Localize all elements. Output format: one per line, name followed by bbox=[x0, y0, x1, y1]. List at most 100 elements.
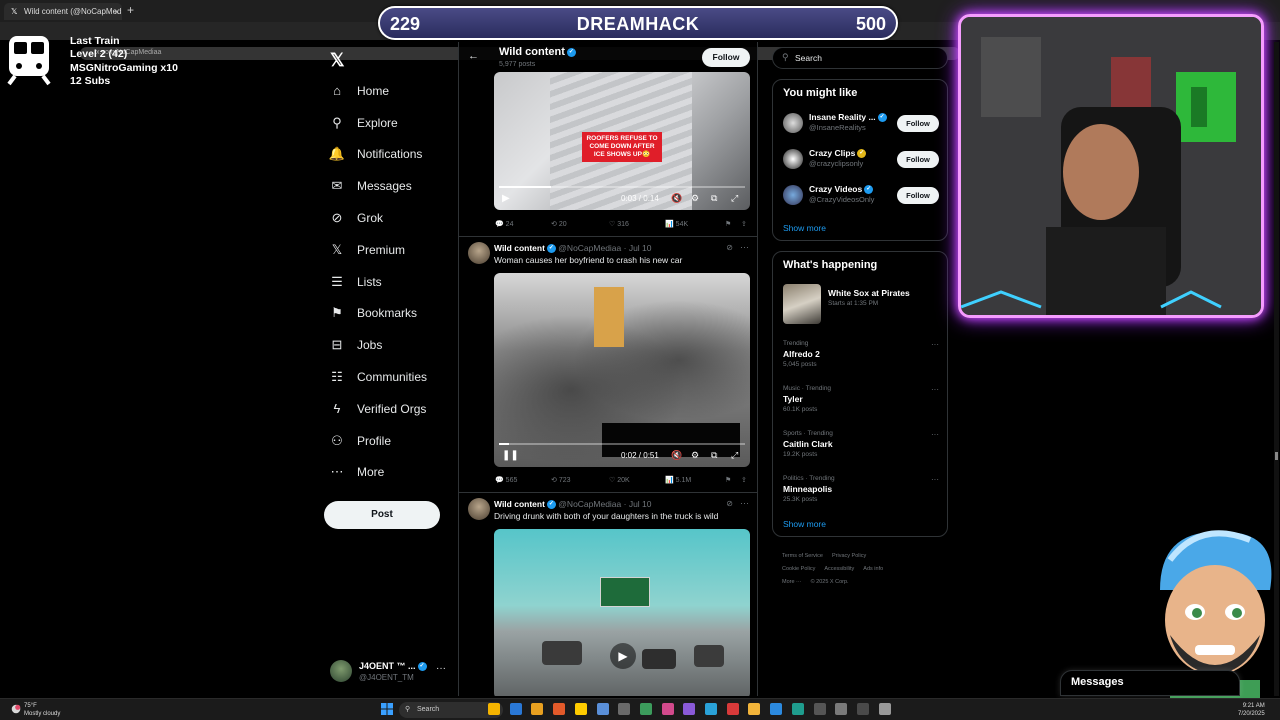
avatar[interactable] bbox=[468, 498, 490, 520]
nav-item-communities[interactable]: ☷ Communities bbox=[326, 361, 427, 393]
video-player[interactable]: ▶ bbox=[494, 529, 750, 696]
video-progress[interactable] bbox=[499, 443, 745, 445]
post-button[interactable]: Post bbox=[324, 501, 440, 529]
follow-button[interactable]: Follow bbox=[897, 115, 939, 132]
bookmark-icon[interactable]: ⚑ bbox=[725, 476, 731, 484]
repost-button[interactable]: ⟲ 20 bbox=[551, 220, 567, 228]
nav-item-lists[interactable]: ☰ Lists bbox=[326, 266, 427, 298]
suggestion-item[interactable]: Insane Reality ... ✓ @InsaneRealitys Follow bbox=[783, 109, 939, 137]
tweet-author[interactable]: Wild content ✓ @NoCapMediaa · Jul 10 bbox=[494, 499, 652, 510]
nav-item-jobs[interactable]: ⊟ Jobs bbox=[326, 329, 427, 361]
trend-item[interactable]: Sports · Trending Caitlin Clark 19.2K post… bbox=[783, 430, 939, 458]
cookie-link[interactable]: Cookie Policy bbox=[782, 566, 815, 572]
nav-item-home[interactable]: ⌂ Home bbox=[326, 75, 427, 107]
follow-button[interactable]: Follow bbox=[897, 187, 939, 204]
suggestion-name[interactable]: Crazy Videos ✓ bbox=[809, 184, 874, 195]
chrome-icon[interactable] bbox=[748, 703, 761, 715]
x-logo-icon[interactable]: 𝕏 bbox=[330, 50, 345, 71]
nav-item-messages[interactable]: ✉ Messages bbox=[326, 170, 427, 202]
nav-item-bookmarks[interactable]: ⚑ Bookmarks bbox=[326, 298, 427, 330]
nav-item-profile[interactable]: ⚇ Profile bbox=[326, 425, 427, 457]
mail-app-icon[interactable] bbox=[596, 703, 609, 715]
show-more-link[interactable]: Show more bbox=[783, 519, 826, 529]
suggestion-item[interactable]: Crazy Clips ✓ @crazyclipsonly Follow bbox=[783, 145, 939, 173]
settings-icon[interactable]: ⚙ bbox=[691, 193, 699, 204]
accessibility-link[interactable]: Accessibility bbox=[824, 566, 854, 572]
views-button[interactable]: 📊 54K bbox=[665, 220, 688, 228]
share-icon[interactable]: ⇪ bbox=[741, 476, 747, 484]
nav-item-explore[interactable]: ⚲ Explore bbox=[326, 107, 427, 139]
more-icon[interactable]: ··· bbox=[740, 498, 749, 508]
grok-icon[interactable]: ⊘ bbox=[726, 243, 733, 252]
sticky-icon[interactable] bbox=[574, 703, 587, 715]
bookmark-icon[interactable]: ⚑ bbox=[725, 220, 731, 228]
trend-item[interactable]: Music · Trending Tyler 60.1K posts ··· bbox=[783, 385, 939, 413]
grok-icon[interactable]: ⊘ bbox=[726, 499, 733, 508]
terms-link[interactable]: Terms of Service bbox=[782, 553, 823, 559]
avatar[interactable] bbox=[783, 185, 803, 205]
windows-start-icon[interactable] bbox=[381, 703, 393, 715]
more-icon[interactable]: ··· bbox=[436, 663, 446, 674]
settings-icon[interactable]: ⚙ bbox=[691, 450, 699, 461]
avatar[interactable] bbox=[783, 113, 803, 133]
video-progress[interactable] bbox=[499, 186, 745, 188]
avatar[interactable] bbox=[783, 149, 803, 169]
folder-icon[interactable] bbox=[531, 703, 544, 715]
more-icon[interactable]: ··· bbox=[931, 430, 939, 439]
play-overlay-icon[interactable]: ▶ bbox=[610, 643, 636, 669]
more-icon[interactable]: ··· bbox=[931, 475, 939, 484]
app-icon[interactable] bbox=[661, 703, 674, 715]
follow-button[interactable]: Follow bbox=[702, 48, 750, 67]
app-icon[interactable] bbox=[813, 703, 826, 715]
volume-icon[interactable]: 🔇 bbox=[671, 450, 682, 461]
office-icon[interactable] bbox=[553, 703, 566, 715]
nav-item-verified-orgs[interactable]: ϟ Verified Orgs bbox=[326, 393, 427, 425]
new-tab-icon[interactable]: + bbox=[127, 3, 134, 17]
browser-tab[interactable]: 𝕏 Wild content (@NoCapMedia × bbox=[4, 3, 122, 20]
share-icon[interactable]: ⇪ bbox=[741, 220, 747, 228]
nav-item-notifications[interactable]: 🔔 Notifications bbox=[326, 139, 427, 171]
trend-item[interactable]: Politics · Trending Minneapolis 25.3K post… bbox=[783, 475, 939, 503]
app-icon[interactable] bbox=[639, 703, 652, 715]
views-button[interactable]: 📊 5.1M bbox=[665, 476, 691, 484]
app-icon[interactable] bbox=[726, 703, 739, 715]
file-explorer-icon[interactable] bbox=[488, 703, 500, 715]
privacy-link[interactable]: Privacy Policy bbox=[832, 553, 866, 559]
more-icon[interactable]: ··· bbox=[740, 242, 749, 252]
event-item[interactable]: White Sox at Pirates Starts at 1:35 PM bbox=[783, 284, 939, 324]
pause-icon[interactable]: ❚❚ bbox=[502, 450, 519, 461]
system-clock[interactable]: 9:21 AM 7/20/2025 bbox=[1238, 702, 1265, 718]
messages-drawer[interactable]: Messages bbox=[1060, 670, 1240, 696]
reply-button[interactable]: 💬 24 bbox=[495, 220, 513, 228]
fullscreen-icon[interactable]: ⤢ bbox=[731, 193, 738, 204]
follow-button[interactable]: Follow bbox=[897, 151, 939, 168]
nav-item-premium[interactable]: 𝕏 Premium bbox=[326, 234, 427, 266]
edge-icon[interactable] bbox=[509, 703, 522, 715]
ads-info-link[interactable]: Ads info bbox=[863, 566, 883, 572]
app-icon[interactable] bbox=[618, 703, 631, 715]
weather-widget[interactable]: 75°F Mostly cloudy bbox=[24, 702, 60, 718]
tweet-author[interactable]: Wild content ✓ @NoCapMediaa · Jul 10 bbox=[494, 243, 652, 254]
nav-item-more[interactable]: ⋯ More bbox=[326, 457, 427, 489]
back-arrow-icon[interactable]: ← bbox=[468, 50, 479, 62]
more-icon[interactable]: ··· bbox=[931, 385, 939, 394]
repost-button[interactable]: ⟲ 723 bbox=[551, 476, 571, 484]
pip-icon[interactable]: ⧉ bbox=[711, 450, 717, 461]
reply-button[interactable]: 💬 565 bbox=[495, 476, 517, 484]
close-tab-icon[interactable]: × bbox=[114, 7, 119, 17]
video-player[interactable]: ROOFERS REFUSE TO COME DOWN AFTER ICE SH… bbox=[494, 72, 750, 210]
play-icon[interactable]: ▶ bbox=[502, 193, 510, 204]
app-icon[interactable] bbox=[835, 703, 848, 715]
pip-icon[interactable]: ⧉ bbox=[711, 193, 717, 204]
search-input[interactable]: ⚲ Search bbox=[772, 47, 948, 69]
like-button[interactable]: ♡ 316 bbox=[609, 220, 629, 228]
app-icon[interactable] bbox=[770, 703, 783, 715]
account-switcher[interactable]: J4OENT ™ ... ✓ @J4OENT_TM ··· bbox=[330, 658, 448, 686]
volume-icon[interactable]: 🔇 bbox=[671, 193, 682, 204]
scroll-thumb[interactable] bbox=[1275, 452, 1278, 460]
app-icon[interactable] bbox=[791, 703, 804, 715]
more-icon[interactable]: ··· bbox=[931, 340, 939, 349]
fullscreen-icon[interactable]: ⤢ bbox=[731, 450, 738, 461]
app-icon[interactable] bbox=[683, 703, 696, 715]
video-player[interactable]: ❚❚ 0:02 / 0:51 🔇 ⚙ ⧉ ⤢ bbox=[494, 273, 750, 467]
